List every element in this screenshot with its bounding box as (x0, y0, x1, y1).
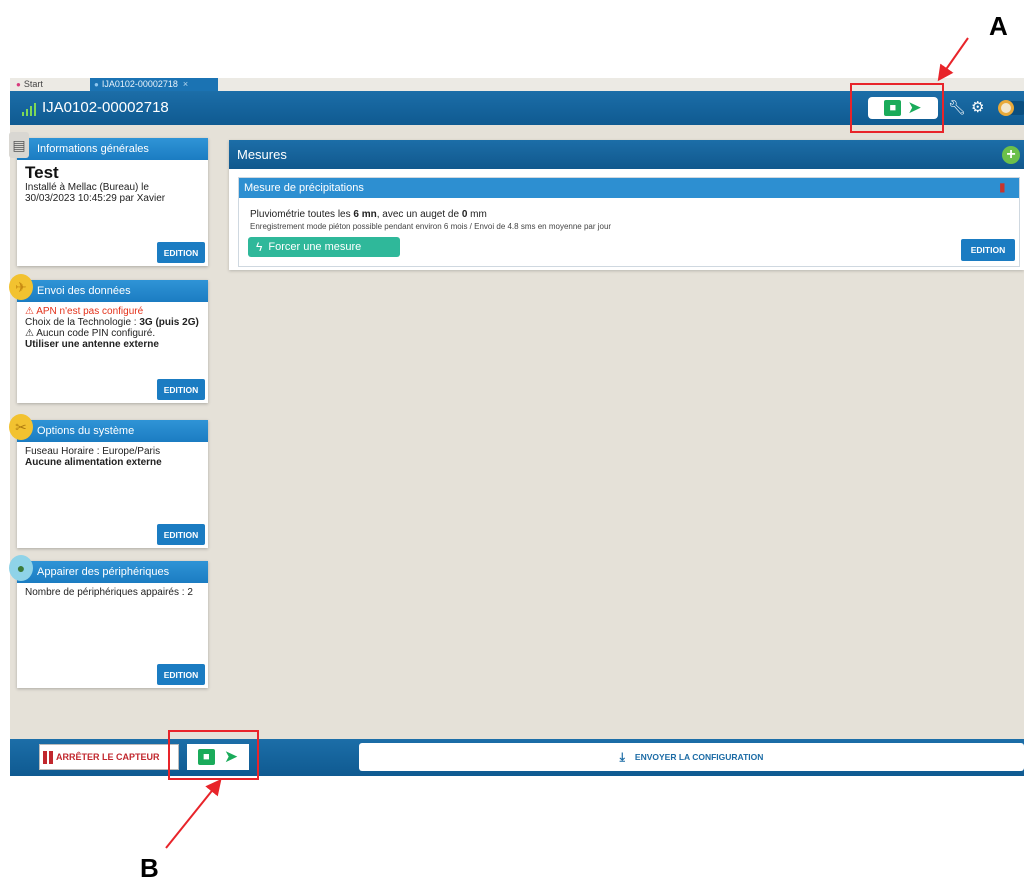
app-window: ● Start ● IJA0102-00002718 × IJA0102-000… (0, 0, 1024, 886)
annotation-arrow-a (937, 37, 969, 82)
annotation-arrow-b (165, 778, 222, 849)
annotation-label-b: B (140, 853, 159, 883)
annotation-arrows (165, 37, 969, 849)
annotation-label-a: A (989, 11, 1008, 41)
